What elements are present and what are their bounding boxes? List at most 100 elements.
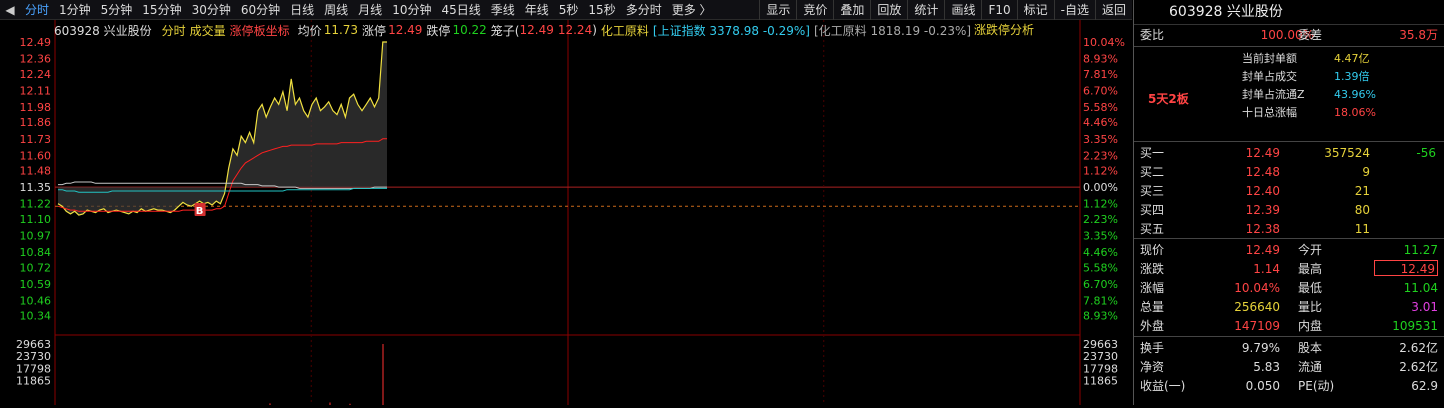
bid-price: 12.48 — [1245, 165, 1280, 179]
timeframe-tab[interactable]: 10分钟 — [387, 0, 436, 20]
pct-tick-label: 1.12% — [1083, 198, 1118, 211]
quote-value: 11.04 — [1403, 281, 1438, 295]
volume-tick-label: 17798 — [1083, 362, 1118, 375]
pct-tick-label: 2.23% — [1083, 149, 1118, 162]
stat-value: 2.62亿 — [1399, 360, 1438, 374]
toolbar-button[interactable]: 竞价 — [796, 0, 833, 20]
stat-value: 2.62亿 — [1399, 341, 1438, 355]
quote-label: 最高 — [1298, 262, 1323, 276]
pct-tick-label: 5.58% — [1083, 101, 1118, 114]
stat-label: 收益(一) — [1140, 379, 1186, 393]
up-limit-value: 12.49 — [388, 23, 423, 37]
timeframe-tabs: ◀ 分时 1分钟 5分钟 15分钟 30分钟 60分钟 日线 周线 月线 10分钟 45日线 季线 年线… — [0, 0, 717, 20]
bid-change — [1378, 201, 1436, 219]
sector-name[interactable]: 化工原料 — [601, 22, 649, 39]
volume-tick-label: 29663 — [16, 338, 51, 351]
timeframe-tab[interactable]: 季线 — [486, 0, 520, 20]
timeframe-tab[interactable]: 年线 — [520, 0, 554, 20]
chart-toolbar: ◀ 分时 1分钟 5分钟 15分钟 30分钟 60分钟 日线 周线 月线 10分钟 45日线 季线 年线… — [0, 0, 1132, 20]
seal-label: 封单占成交 — [1242, 70, 1297, 83]
stat-label: 净资 — [1140, 360, 1165, 374]
timeframe-tab[interactable]: 30分钟 — [187, 0, 236, 20]
toolbar-button[interactable]: 叠加 — [833, 0, 870, 20]
toolbar-button[interactable]: 统计 — [907, 0, 944, 20]
intraday-chart[interactable]: 12.49 12.36 12.24 12.11 11.98 11.86 11.73 11.60… — [0, 20, 1132, 405]
price-tick-label: 11.73 — [20, 133, 52, 146]
mode-label[interactable]: 分时 — [162, 22, 186, 39]
price-tick-label: 12.11 — [20, 84, 52, 97]
quote-value: 12.49 — [1374, 260, 1438, 276]
timeframe-tab[interactable]: 分时 — [20, 0, 54, 20]
pct-tick-label: 3.35% — [1083, 133, 1118, 146]
timeframe-tab[interactable]: 15秒 — [583, 0, 620, 20]
toolbar-button[interactable]: 返回 — [1094, 0, 1132, 20]
quote-label: 内盘 — [1298, 319, 1323, 333]
price-tick-label: 10.84 — [20, 246, 52, 259]
seal-value: 43.96% — [1334, 88, 1376, 101]
chart-info-bar: 603928 兴业股份 分时 成交量 涨停板坐标 均价 11.73 涨停 12.… — [54, 22, 975, 38]
bid-change — [1378, 163, 1436, 181]
volume-tick-label: 23730 — [1083, 350, 1118, 363]
axis-mode-label[interactable]: 涨停板坐标 — [230, 22, 290, 39]
timeframe-tab[interactable]: 1分钟 — [54, 0, 96, 20]
bid-label: 买四 — [1140, 203, 1165, 217]
quote-label: 总量 — [1140, 300, 1165, 314]
avg-price-value: 11.73 — [323, 23, 359, 37]
bid-volume: 80 — [1354, 203, 1370, 217]
chart-canvas[interactable]: 12.49 12.36 12.24 12.11 11.98 11.86 11.73 11.60… — [0, 20, 1132, 405]
index-quote[interactable]: [上证指数 3378.98 -0.29%] — [653, 22, 810, 39]
stat-label: 换手 — [1140, 341, 1165, 355]
volume-label[interactable]: 成交量 — [190, 22, 226, 39]
toolbar-button[interactable]: 标记 — [1016, 0, 1054, 20]
price-tick-label: 11.10 — [20, 213, 52, 226]
buy-marker-label: B — [196, 206, 204, 217]
pct-tick-label: 7.81% — [1083, 68, 1118, 81]
timeframe-tab[interactable]: 5分钟 — [96, 0, 138, 20]
pct-tick-label: 7.81% — [1083, 294, 1118, 307]
quote-value: 3.01 — [1411, 300, 1438, 314]
timeframe-tab[interactable]: 周线 — [319, 0, 353, 20]
bid-label: 买二 — [1140, 165, 1165, 179]
pct-tick-label: 6.70% — [1083, 278, 1118, 291]
quote-value: 147109 — [1234, 319, 1280, 333]
pct-tick-label: 2.23% — [1083, 213, 1118, 226]
timeframe-tab[interactable]: 多分时 — [621, 0, 667, 20]
quote-value: 10.04% — [1234, 281, 1280, 295]
bid-price: 12.40 — [1245, 184, 1280, 198]
seal-label: 当前封单额 — [1242, 52, 1297, 65]
quote-label: 现价 — [1140, 243, 1165, 257]
bid-change: -56 — [1416, 146, 1436, 160]
limit-analysis-link[interactable]: 涨跌停分析 — [974, 22, 1034, 38]
price-tick-label: 11.86 — [20, 116, 52, 129]
toolbar-button[interactable]: F10 — [981, 0, 1016, 20]
toolbar-button[interactable]: 画线 — [944, 0, 981, 20]
toolbar-button[interactable]: -自选 — [1053, 0, 1095, 20]
price-tick-label: 12.49 — [20, 36, 52, 49]
stat-value: 0.050 — [1245, 379, 1280, 393]
quote-value: 256640 — [1234, 300, 1280, 314]
timeframe-tab[interactable]: 月线 — [353, 0, 387, 20]
price-tick-label: 10.97 — [20, 230, 52, 243]
timeframe-tab[interactable]: 15分钟 — [137, 0, 186, 20]
avg-price-label: 均价 — [297, 23, 322, 38]
pct-tick-label: 4.46% — [1083, 246, 1118, 259]
pct-tick-label: 3.35% — [1083, 230, 1118, 243]
toolbar-button[interactable]: 显示 — [759, 0, 796, 20]
quote-value: 109531 — [1392, 319, 1438, 333]
timeframe-tab[interactable]: 60分钟 — [236, 0, 285, 20]
back-arrow-icon[interactable]: ◀ — [0, 0, 20, 20]
timeframe-tab[interactable]: 45日线 — [436, 0, 485, 20]
divider — [1134, 141, 1444, 142]
pct-tick-label: 4.46% — [1083, 116, 1118, 129]
down-limit-label: 跌停 — [426, 23, 451, 38]
seal-value: 1.39倍 — [1334, 70, 1370, 83]
stat-label: 股本 — [1298, 341, 1323, 355]
seal-value: 18.06% — [1334, 106, 1376, 119]
timeframe-tab[interactable]: 5秒 — [554, 0, 584, 20]
timeframe-tab[interactable]: 日线 — [285, 0, 319, 20]
divider — [1134, 238, 1444, 239]
timeframe-tab[interactable]: 更多 〉 — [667, 0, 717, 20]
toolbar-button[interactable]: 回放 — [870, 0, 907, 20]
sector-quote[interactable]: [化工原料 1818.19 -0.23%] — [814, 22, 971, 39]
divider — [1134, 46, 1444, 47]
